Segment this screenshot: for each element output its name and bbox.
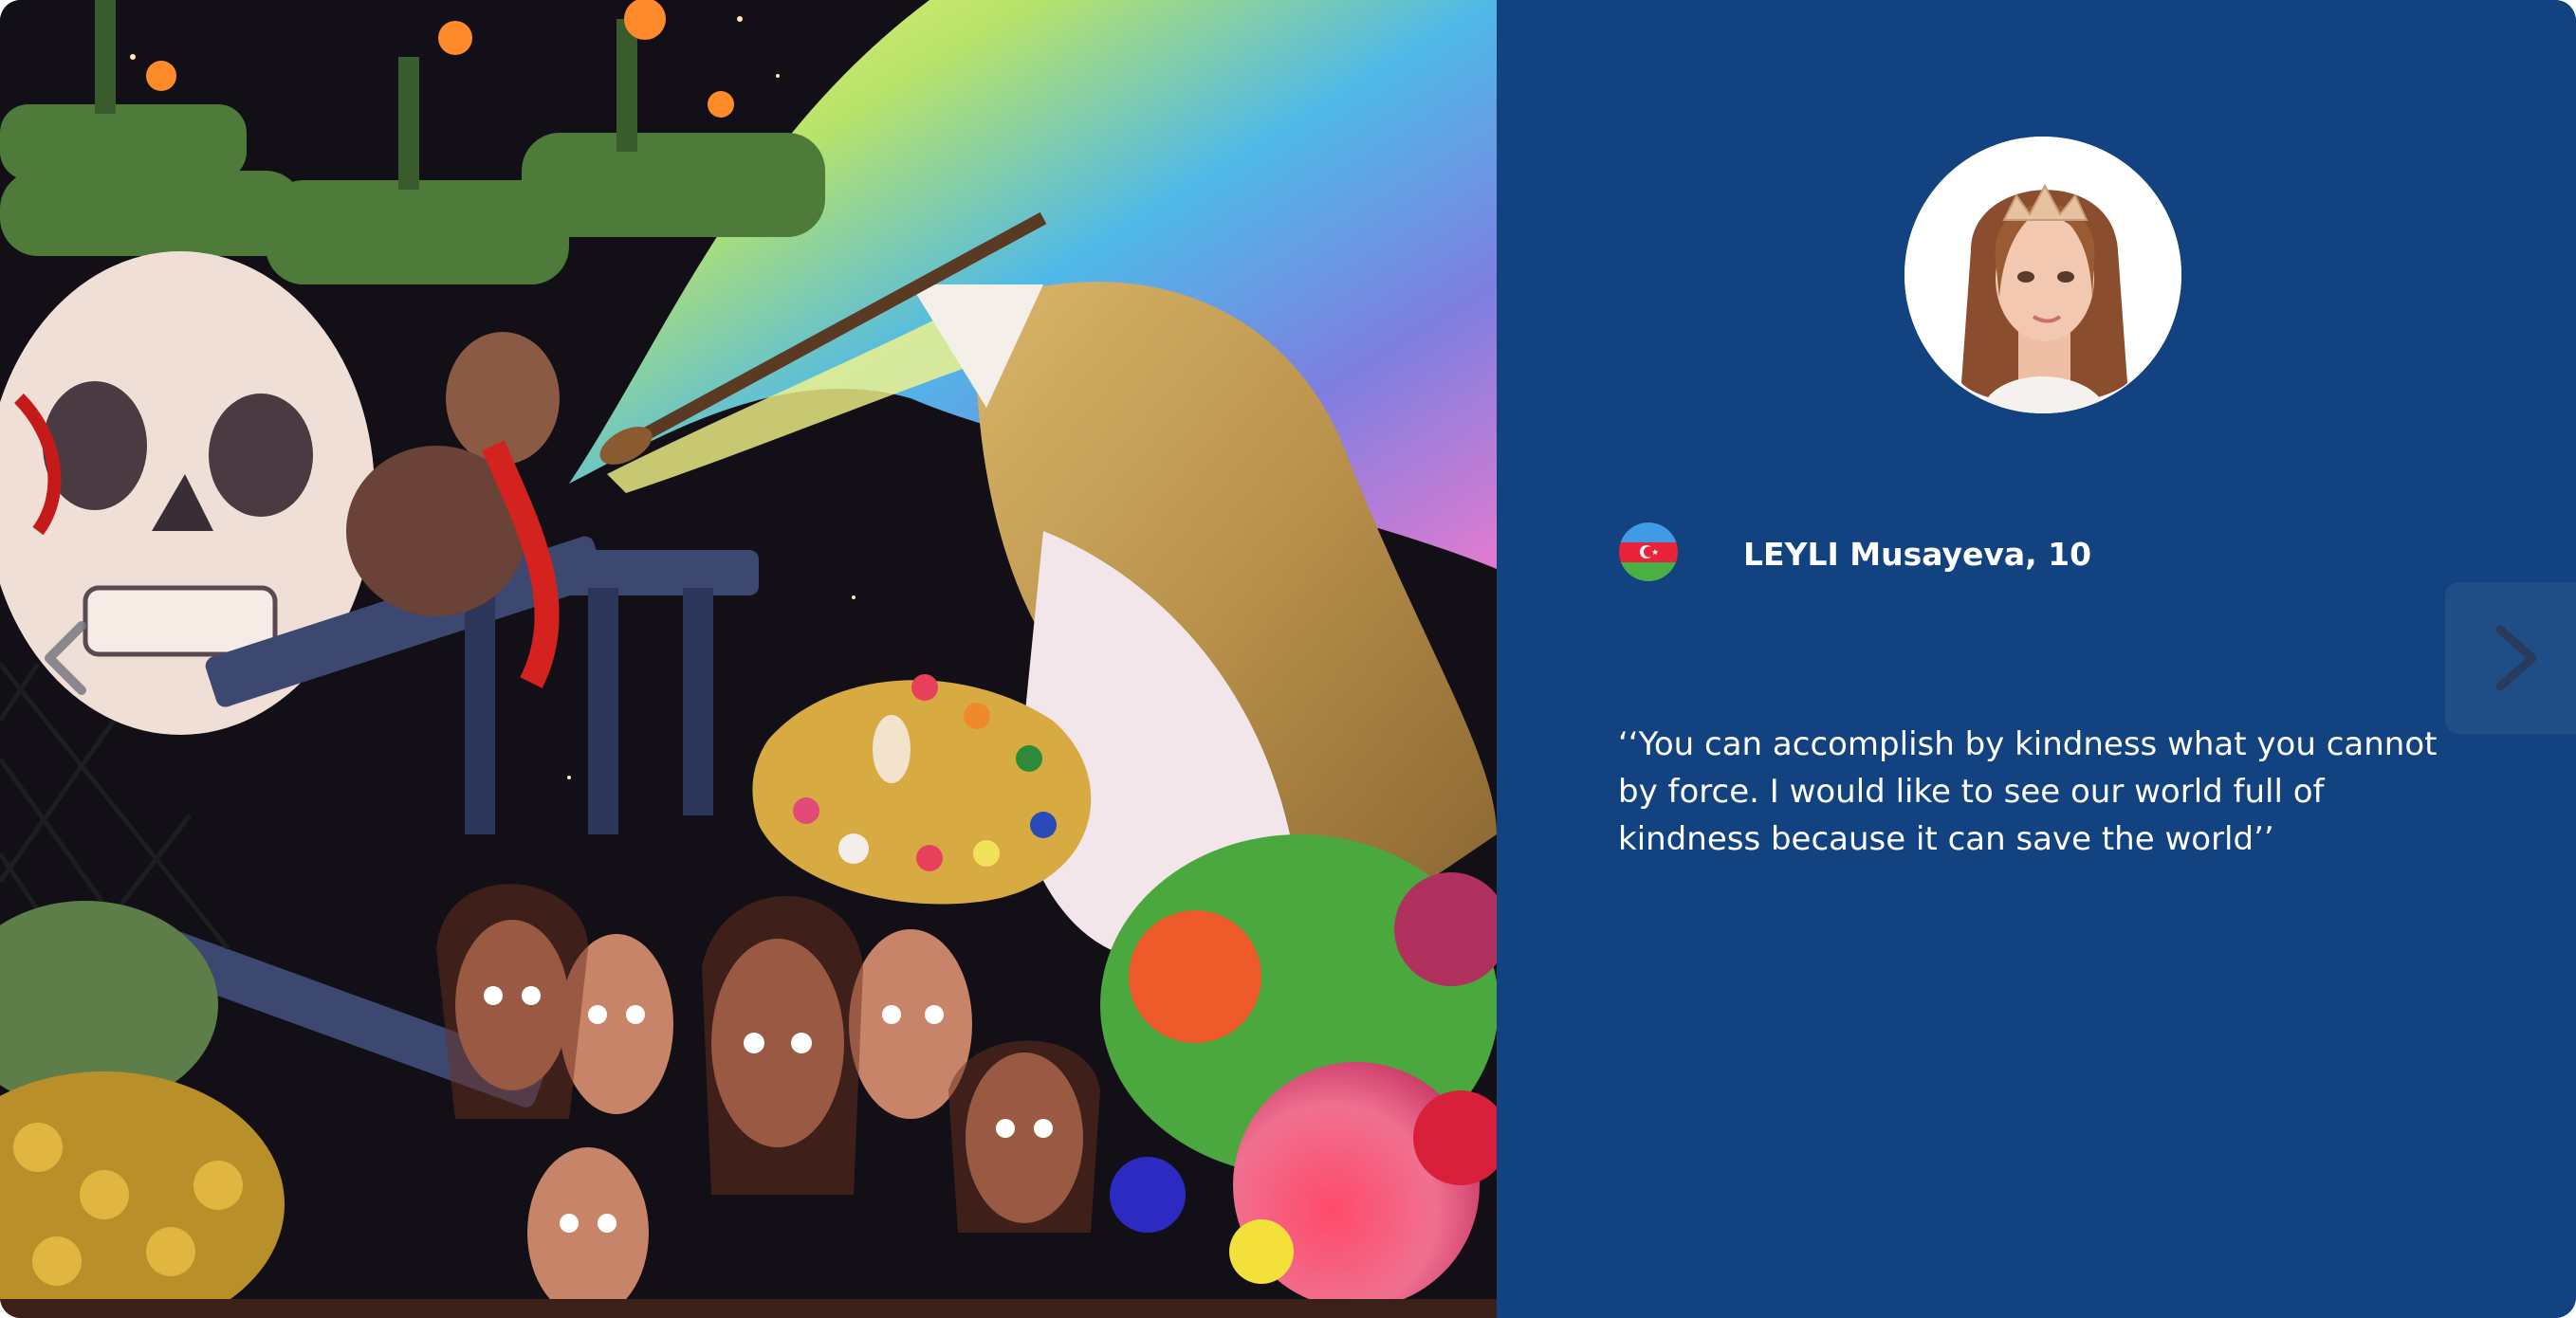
next-button[interactable] — [2445, 582, 2576, 734]
chevron-left-icon — [45, 621, 86, 695]
artist-portrait-photo — [1904, 137, 2181, 413]
chevron-right-icon — [2495, 625, 2537, 691]
painting-image — [0, 0, 1497, 1318]
artwork-painting — [0, 0, 1497, 1318]
azerbaijan-flag-icon — [1619, 522, 1678, 581]
artist-quote: ‘‘You can accomplish by kindness what yo… — [1618, 725, 2438, 858]
artist-avatar — [1904, 137, 2181, 413]
artwork-card: LEYLI Musayeva, 10 ‘‘You can accomplish … — [0, 0, 2576, 1318]
previous-button[interactable] — [28, 614, 104, 702]
artist-name-age: LEYLI Musayeva, 10 — [1743, 536, 2092, 573]
